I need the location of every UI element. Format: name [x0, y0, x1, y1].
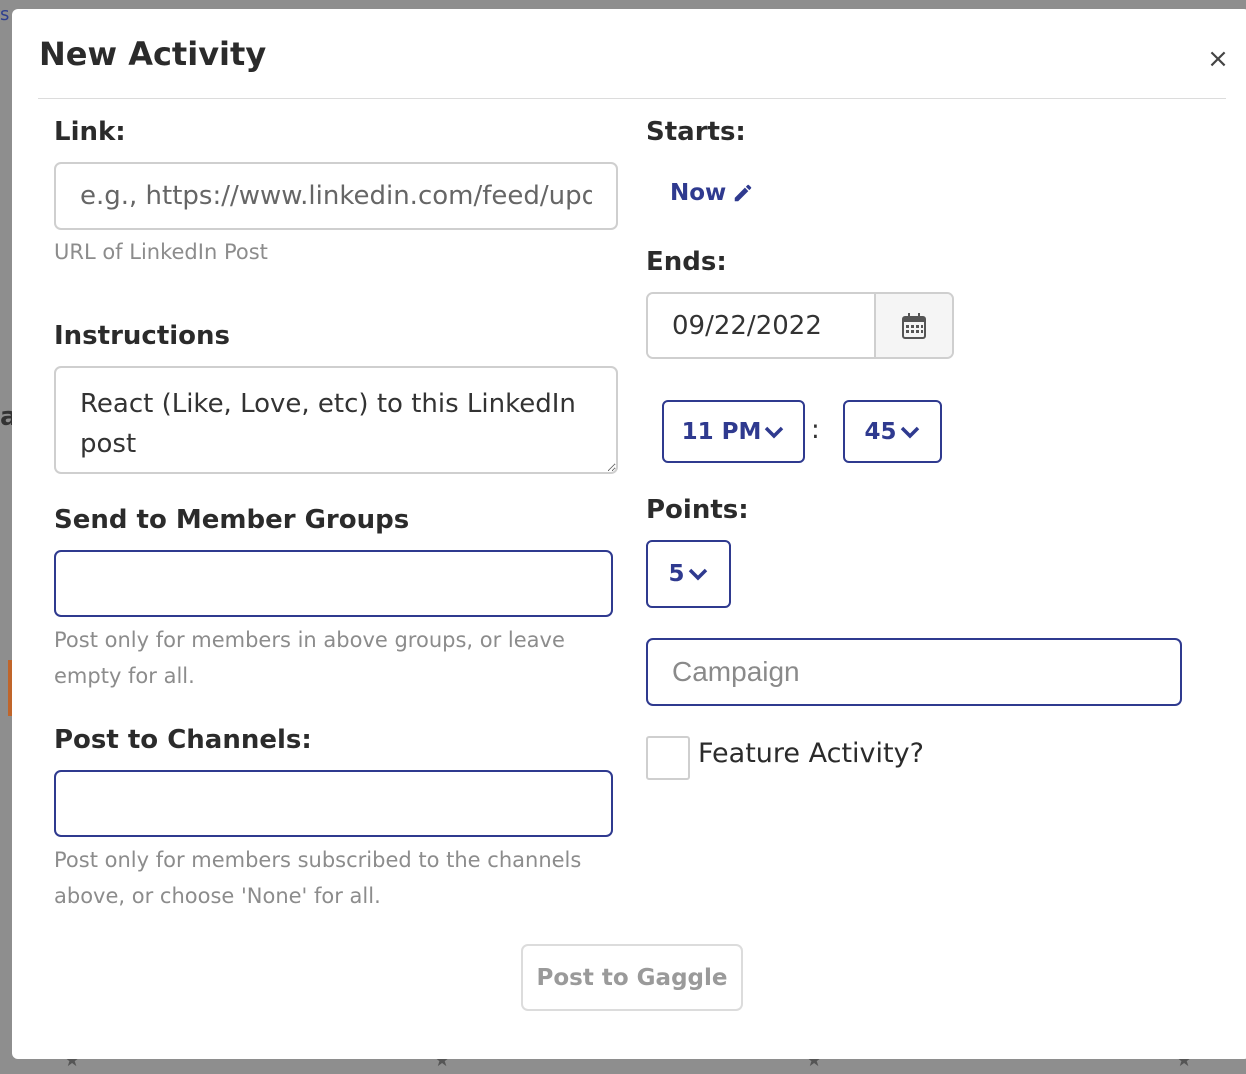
- member-groups-input[interactable]: [54, 550, 613, 617]
- feature-activity-checkbox[interactable]: [646, 736, 690, 780]
- feature-activity-label[interactable]: Feature Activity?: [698, 738, 924, 769]
- header-divider: [38, 98, 1226, 99]
- modal-title: New Activity: [39, 35, 267, 73]
- points-label: Points:: [646, 495, 749, 525]
- end-minute-select[interactable]: 45: [843, 400, 942, 463]
- link-label: Link:: [54, 117, 126, 147]
- end-date-picker: [646, 292, 954, 359]
- end-date-input[interactable]: [648, 294, 874, 357]
- new-activity-modal: New Activity × Link: URL of LinkedIn Pos…: [12, 9, 1246, 1059]
- channels-help-text: Post only for members subscribed to the …: [54, 848, 582, 908]
- ends-label: Ends:: [646, 247, 727, 277]
- close-icon[interactable]: ×: [1206, 46, 1230, 73]
- link-help-text: URL of LinkedIn Post: [54, 240, 268, 264]
- channels-label: Post to Channels:: [54, 725, 312, 755]
- post-to-gaggle-button[interactable]: Post to Gaggle: [521, 944, 743, 1011]
- member-groups-help-text: Post only for members in above groups, o…: [54, 628, 565, 688]
- starts-now-link[interactable]: Now: [670, 180, 754, 206]
- calendar-icon: [902, 312, 926, 339]
- starts-now-text: Now: [670, 180, 727, 206]
- link-input[interactable]: [54, 162, 618, 230]
- instructions-textarea[interactable]: React (Like, Love, etc) to this LinkedIn…: [54, 366, 618, 474]
- points-value: 5: [668, 561, 685, 587]
- chevron-down-icon: [765, 426, 784, 438]
- chevron-down-icon: [688, 568, 707, 581]
- time-separator: :: [811, 415, 820, 445]
- instructions-label: Instructions: [54, 321, 231, 351]
- end-minute-value: 45: [864, 418, 897, 445]
- pencil-icon: [735, 184, 752, 202]
- background-text-fragment: s: [0, 4, 10, 25]
- chevron-down-icon: [900, 426, 919, 438]
- points-select[interactable]: 5: [646, 540, 731, 608]
- end-hour-select[interactable]: 11 PM: [662, 400, 805, 463]
- starts-label: Starts:: [646, 117, 746, 147]
- calendar-button[interactable]: [874, 294, 952, 357]
- member-groups-label: Send to Member Groups: [54, 505, 410, 535]
- end-hour-value: 11 PM: [681, 418, 762, 445]
- channels-input[interactable]: [54, 770, 613, 837]
- campaign-input[interactable]: [646, 638, 1182, 706]
